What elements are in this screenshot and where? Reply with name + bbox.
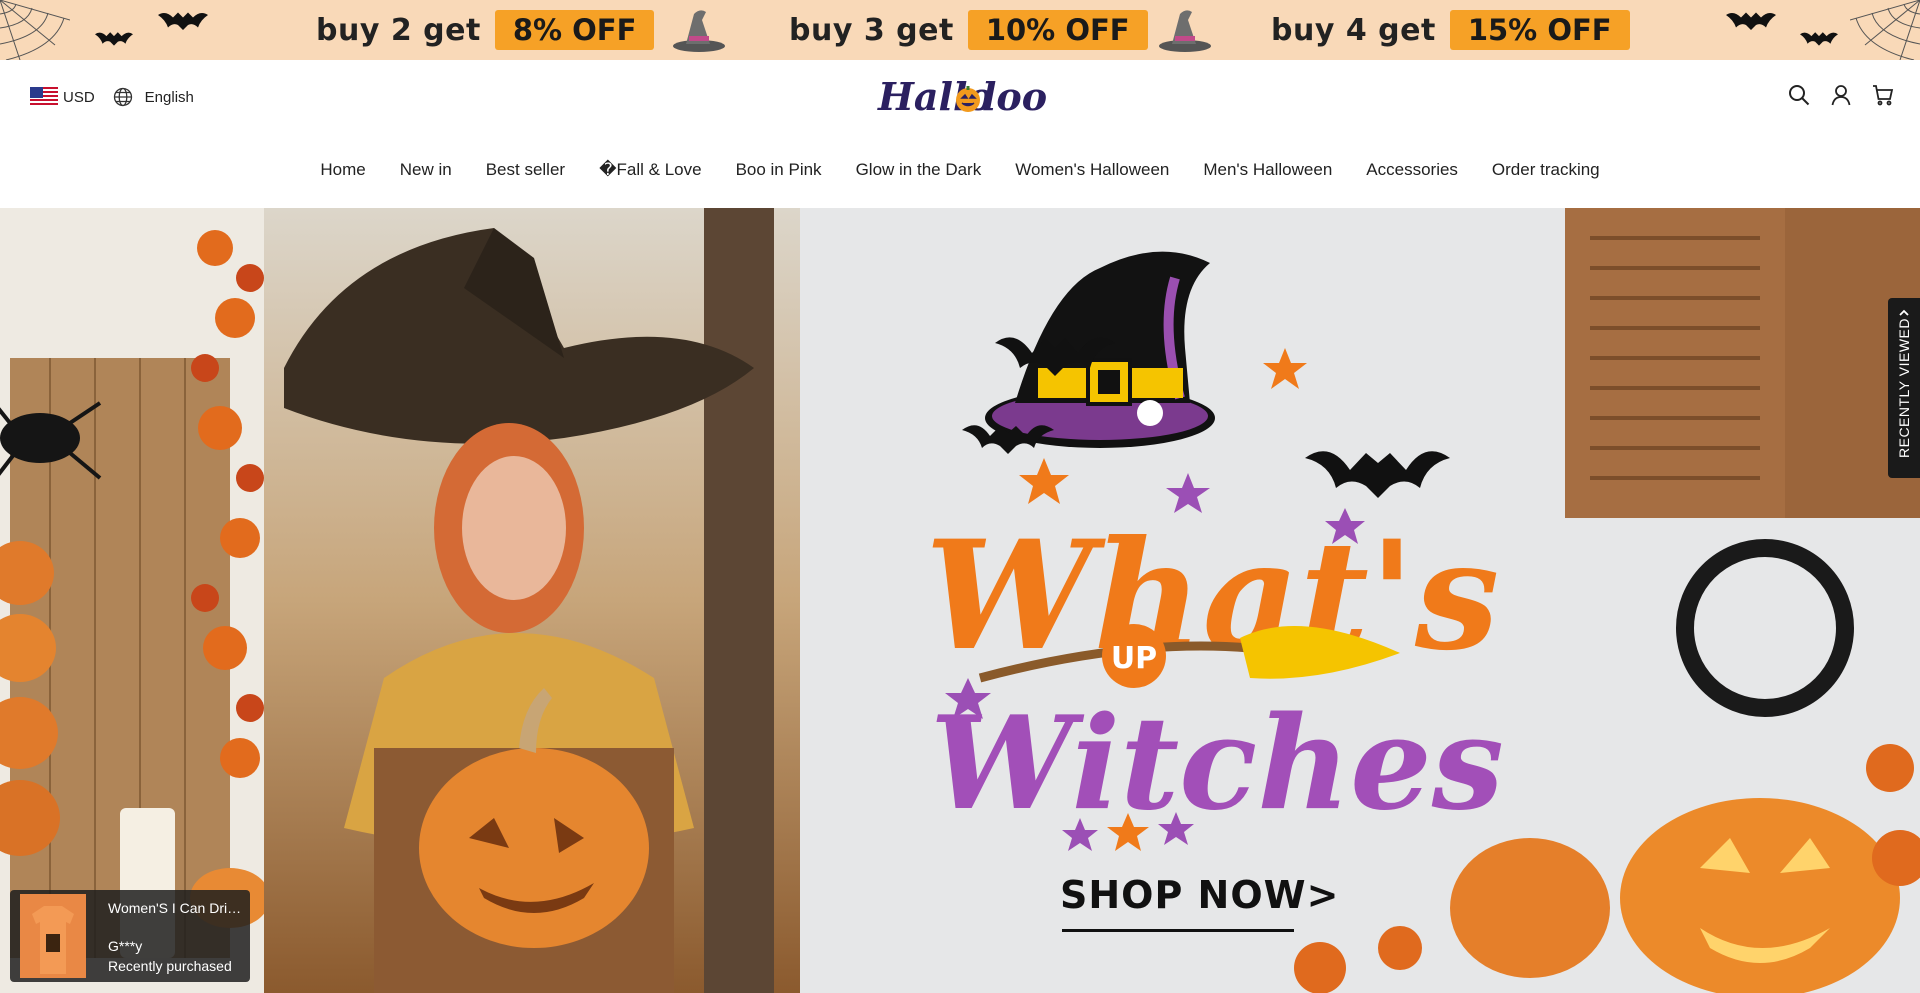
main-nav: Home New in Best seller �Fall & Love Boo…: [0, 160, 1920, 180]
promo-offer-badge: 15% OFF: [1449, 10, 1630, 50]
nav-item-accessories[interactable]: Accessories: [1366, 160, 1458, 180]
recently-viewed-tab[interactable]: RECENTLY VIEWED: [1888, 298, 1920, 478]
bat-icon: [95, 32, 133, 46]
product-thumbnail: [20, 894, 86, 978]
promo-offer: buy 2 get 8% OFF: [316, 10, 655, 50]
promo-banner[interactable]: buy 2 get 8% OFF buy 3 get 10% OFF buy 4…: [0, 0, 1920, 60]
promo-offer: buy 3 get 10% OFF: [789, 10, 1148, 50]
witch-model-image: [264, 208, 800, 993]
shop-now-label: SHOP NOW>: [1060, 873, 1340, 917]
nav-item-glow-in-the-dark[interactable]: Glow in the Dark: [856, 160, 982, 180]
cart-icon[interactable]: [1872, 84, 1894, 106]
site-header: USD English Hallo look Home New in Best …: [0, 60, 1920, 208]
hero-banner[interactable]: What's UP Witches SHOP NOW>: [0, 208, 1920, 993]
hero-left-decor: [0, 208, 270, 993]
us-flag-icon[interactable]: [30, 87, 58, 107]
logo-graphic: Hallo look: [877, 74, 1073, 119]
bat-icon: [1726, 12, 1776, 30]
promo-offer-text: buy 4 get: [1271, 12, 1436, 48]
promo-offer-badge: 10% OFF: [967, 10, 1148, 50]
hero-scene-image: What's UP Witches: [800, 208, 1920, 993]
nav-item-mens-halloween[interactable]: Men's Halloween: [1203, 160, 1332, 180]
porch-decor-image: [0, 208, 270, 993]
promo-offer-text: buy 2 get: [316, 12, 481, 48]
headline-whats: What's: [925, 508, 1499, 684]
popup-status: Recently purchased: [108, 958, 232, 974]
shop-now-underline: [1062, 929, 1294, 932]
svg-text:look: look: [982, 74, 1046, 119]
spiderweb-decoration: [1850, 0, 1920, 60]
popup-product-name: Women'S I Can Driv...: [108, 900, 244, 916]
account-icon[interactable]: [1830, 84, 1852, 106]
nav-item-new-in[interactable]: New in: [400, 160, 452, 180]
currency-selector[interactable]: USD: [63, 89, 95, 106]
witch-hat-icon: [673, 10, 725, 52]
nav-item-best-seller[interactable]: Best seller: [486, 160, 565, 180]
hero-right-panel: What's UP Witches: [800, 208, 1920, 993]
nav-item-order-tracking[interactable]: Order tracking: [1492, 160, 1600, 180]
header-icons: [1788, 84, 1894, 106]
recent-purchase-popup[interactable]: Women'S I Can Driv... G***y Recently pur…: [10, 890, 250, 982]
site-logo[interactable]: Hallo look: [876, 70, 1073, 126]
popup-buyer-name: G***y: [108, 938, 143, 954]
globe-icon[interactable]: [113, 87, 133, 107]
locale-selector: USD English: [30, 87, 194, 107]
nav-item-fall-love[interactable]: �Fall & Love: [599, 160, 701, 180]
headline-witches: Witches: [930, 689, 1504, 839]
spiderweb-decoration: [0, 0, 70, 60]
language-selector[interactable]: English: [145, 89, 194, 106]
promo-offer: buy 4 get 15% OFF: [1271, 10, 1630, 50]
promo-offer-badge: 8% OFF: [494, 10, 655, 50]
headline-up: UP: [1111, 641, 1157, 676]
hero-model-photo: [264, 208, 800, 993]
search-icon[interactable]: [1788, 84, 1810, 106]
tshirt-image: [20, 894, 86, 978]
bat-icon: [1800, 32, 1838, 46]
nav-item-home[interactable]: Home: [320, 160, 365, 180]
nav-item-womens-halloween[interactable]: Women's Halloween: [1015, 160, 1169, 180]
bat-icon: [158, 12, 208, 30]
witch-hat-icon: [1159, 10, 1211, 52]
recently-viewed-label: RECENTLY VIEWED: [1896, 317, 1912, 459]
shop-now-button[interactable]: SHOP NOW>: [1060, 873, 1338, 933]
promo-offer-text: buy 3 get: [789, 12, 954, 48]
nav-item-boo-in-pink[interactable]: Boo in Pink: [736, 160, 822, 180]
